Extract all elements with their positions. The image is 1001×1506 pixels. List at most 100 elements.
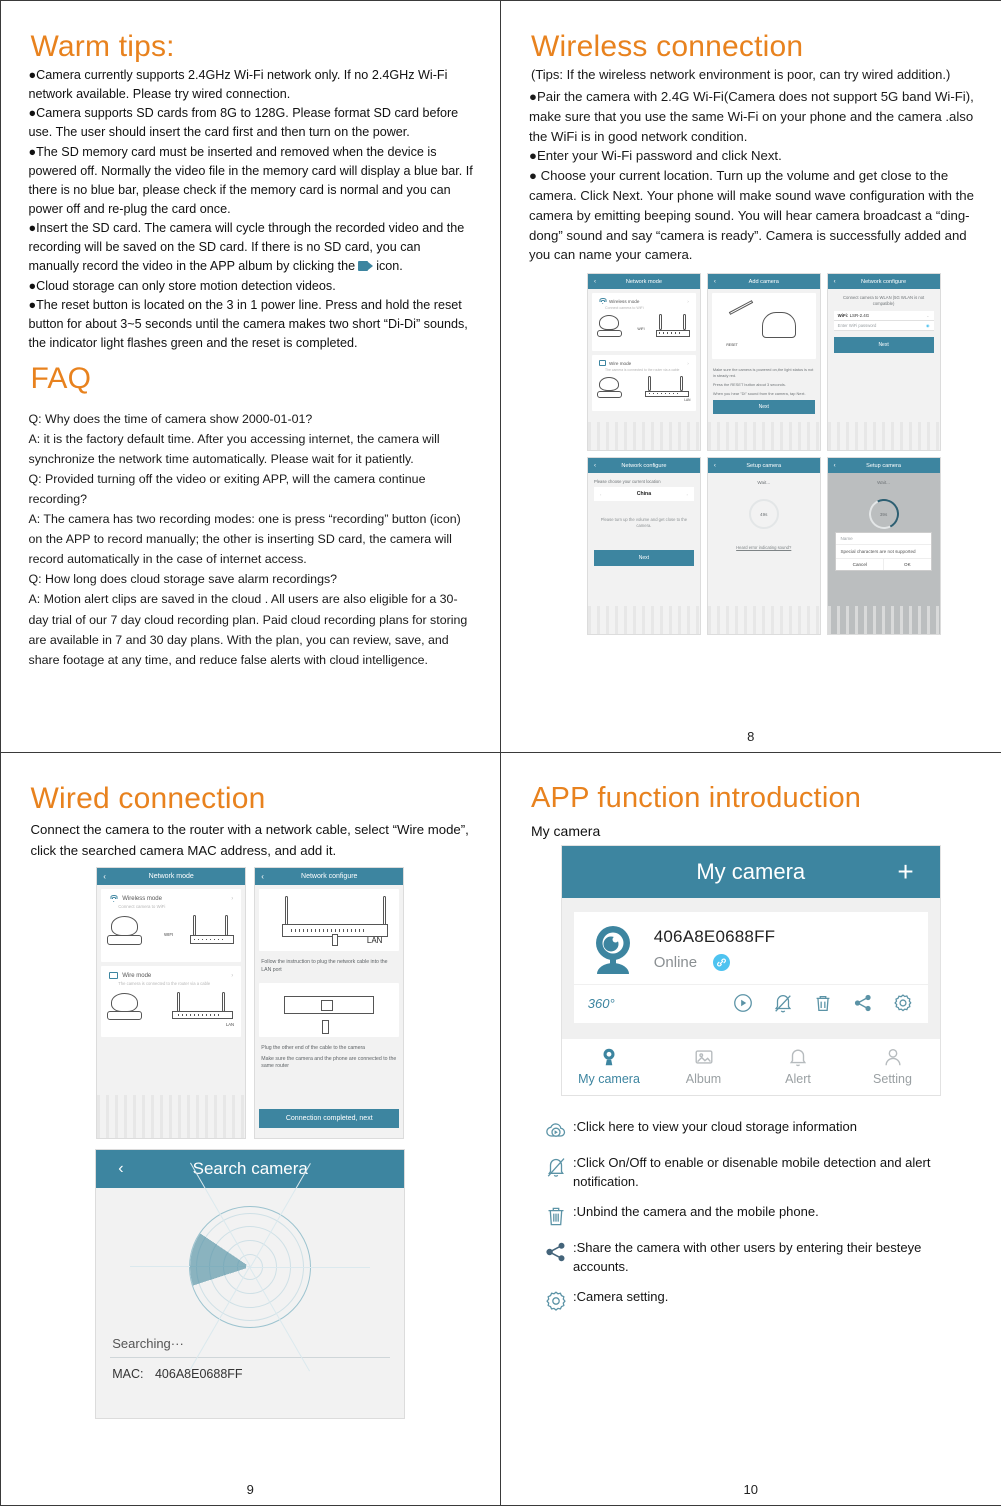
next-button[interactable]: Next (594, 549, 694, 566)
back-icon[interactable]: ‹ (103, 872, 106, 881)
back-icon[interactable]: ‹ (594, 279, 596, 285)
wifi-icon (109, 895, 118, 903)
trash-icon[interactable] (812, 992, 834, 1014)
wifi-ssid-field[interactable]: WiFi: LSR-2.4G ⌄ (833, 311, 934, 322)
app-title: My camera (696, 859, 806, 885)
back-icon[interactable]: ‹ (714, 279, 716, 285)
device-card[interactable]: 406A8E0688FF Online 360° (573, 912, 928, 1024)
faq-q1: Q: Why does the time of camera show 2000… (28, 411, 313, 426)
camera-avatar-icon (595, 926, 630, 975)
video-record-icon (358, 261, 374, 272)
wire-mode-label: Wire mode (609, 360, 632, 366)
device-status: Online (653, 954, 698, 972)
legend-text: :Share the camera with other users by en… (573, 1240, 922, 1274)
bell-icon (789, 1049, 807, 1067)
back-icon[interactable]: ‹ (594, 463, 596, 469)
screen-title: Network configure (301, 873, 358, 881)
page-app-function: APP function introduction My camera My c… (500, 752, 1001, 1506)
gear-icon[interactable] (892, 992, 914, 1014)
back-icon[interactable]: ‹ (118, 1160, 123, 1178)
page-wired-connection: Wired connection Connect the camera to t… (0, 752, 501, 1506)
back-icon[interactable]: ‹ (261, 872, 264, 881)
camera-illustration (595, 312, 634, 346)
back-icon[interactable]: ‹ (714, 463, 716, 469)
lan-tag: LAN (225, 1022, 235, 1028)
trash-icon (539, 1203, 573, 1228)
radar-animation (130, 1162, 371, 1372)
share-icon[interactable] (852, 992, 874, 1014)
device-id: 406A8E0688FF (653, 927, 776, 947)
nav-label: Album (685, 1072, 722, 1087)
lan-icon (109, 972, 119, 980)
nav-label: Alert (785, 1072, 811, 1087)
wired-intro: Connect the camera to the router with a … (30, 821, 469, 858)
back-icon[interactable]: ‹ (834, 279, 836, 285)
warm-tip-1: ●Camera currently supports 2.4GHz Wi-Fi … (28, 68, 448, 102)
location-select[interactable]: ‹ China › (594, 487, 694, 502)
warm-tip-5: ●Cloud storage can only store motion det… (28, 278, 336, 293)
nav-item-setting[interactable]: Setting (845, 1046, 940, 1086)
legend-text: :Unbind the camera and the mobile phone. (573, 1204, 819, 1220)
wireless-mode-card[interactable]: Wireless mode › Connect camera to WiFi W… (592, 293, 696, 352)
rj45-plug-icon (332, 934, 339, 947)
nav-item-alert[interactable]: Alert (751, 1046, 846, 1086)
wireless-mode-label: Wireless mode (609, 298, 640, 304)
bell-off-icon (539, 1154, 573, 1179)
screen-titlebar: ‹ Network configure (827, 274, 940, 290)
connection-completed-button[interactable]: Connection completed, next (259, 1109, 400, 1129)
wifi-tag: WIFI (163, 931, 174, 937)
wireless-step-2: ●Enter your Wi-Fi password and click Nex… (529, 148, 782, 164)
phone-screen-add-camera: ‹ Add camera RESET Make sure the camera … (706, 273, 821, 452)
section-subtitle: My camera (531, 823, 601, 840)
add-camera-button[interactable]: + (897, 858, 913, 886)
page-title-app-function: APP function introduction (531, 782, 862, 814)
pan-360-icon[interactable]: 360° (588, 996, 615, 1011)
wifi-password-field[interactable]: Enter WiFi password ◉ (833, 321, 934, 332)
lan-step-3: Make sure the camera and the phone are c… (261, 1055, 397, 1070)
screen-titlebar: ‹ Network mode (97, 868, 246, 886)
wifi-icon (599, 298, 606, 305)
wire-mode-card[interactable]: Wire mode › The camera is connected to t… (101, 966, 242, 1038)
reset-illustration: RESET (711, 293, 816, 360)
next-button[interactable]: Next (712, 399, 815, 414)
wire-mode-card[interactable]: Wire mode › The camera is connected to t… (592, 355, 696, 412)
page-row-bottom: Wired connection Connect the camera to t… (0, 752, 1001, 1506)
lan-step-1: Follow the instruction to plug the netwo… (261, 959, 388, 974)
warm-tip-6: ●The reset button is located on the 3 in… (28, 297, 468, 350)
wifi-label: WiFi: (837, 313, 849, 319)
phone-screen-setup-camera-name: ‹ Setup camera Wait... 39s Name Special … (826, 457, 941, 636)
dialog-message: Special characters are not supported (836, 545, 931, 560)
wireless-mode-card[interactable]: Wireless mode › Connect camera to WiFi W… (101, 889, 242, 963)
bell-off-icon[interactable] (772, 992, 794, 1014)
cloud-play-icon[interactable] (732, 992, 754, 1014)
screen-titlebar: ‹ Network mode (588, 274, 700, 290)
warm-tip-3: ●The SD memory card must be inserted and… (28, 144, 473, 216)
wlan-note: Connect camera to WLAN (5G WLAN is not c… (842, 295, 925, 307)
back-icon[interactable]: ‹ (834, 463, 836, 469)
phone-screen-network-configure-location: ‹ Network configure Please choose your c… (587, 457, 701, 636)
mac-label: MAC: (112, 1367, 144, 1382)
legend-item: :Unbind the camera and the mobile phone. (539, 1203, 973, 1228)
legend-text: :Camera setting. (573, 1288, 669, 1304)
wifi-password-placeholder: Enter WiFi password (837, 323, 877, 329)
dialog-ok-button[interactable]: OK (884, 559, 931, 570)
wifi-tag: WIFI (637, 327, 645, 332)
lan-port-icon (320, 1000, 333, 1012)
searched-camera-item[interactable]: MAC: 406A8E0688FF (96, 1358, 404, 1381)
dialog-name-placeholder[interactable]: Name (836, 533, 931, 546)
legend-item: :Share the camera with other users by en… (539, 1239, 973, 1277)
next-button[interactable]: Next (833, 337, 934, 354)
page-number: 9 (246, 1481, 254, 1497)
nav-item-album[interactable]: Album (656, 1046, 751, 1086)
lan-tag: LAN (366, 936, 383, 946)
router-lan-illustration: LAN (259, 889, 400, 952)
lan-step-2: Plug the other end of the cable to the c… (261, 1044, 366, 1051)
warm-tip-4: ●Insert the SD card. The camera will cyc… (29, 219, 475, 276)
dialog-cancel-button[interactable]: Cancel (836, 559, 885, 571)
wait-label: Wait... (877, 480, 890, 486)
legend-item: :Camera setting. (539, 1288, 973, 1313)
page-title-wired: Wired connection (30, 782, 266, 815)
nav-item-my-camera[interactable]: My camera (562, 1046, 657, 1086)
error-help-link[interactable]: Heard error indicating sound? (708, 545, 820, 550)
page-row-top: Warm tips: ●Camera currently supports 2.… (0, 0, 1001, 753)
